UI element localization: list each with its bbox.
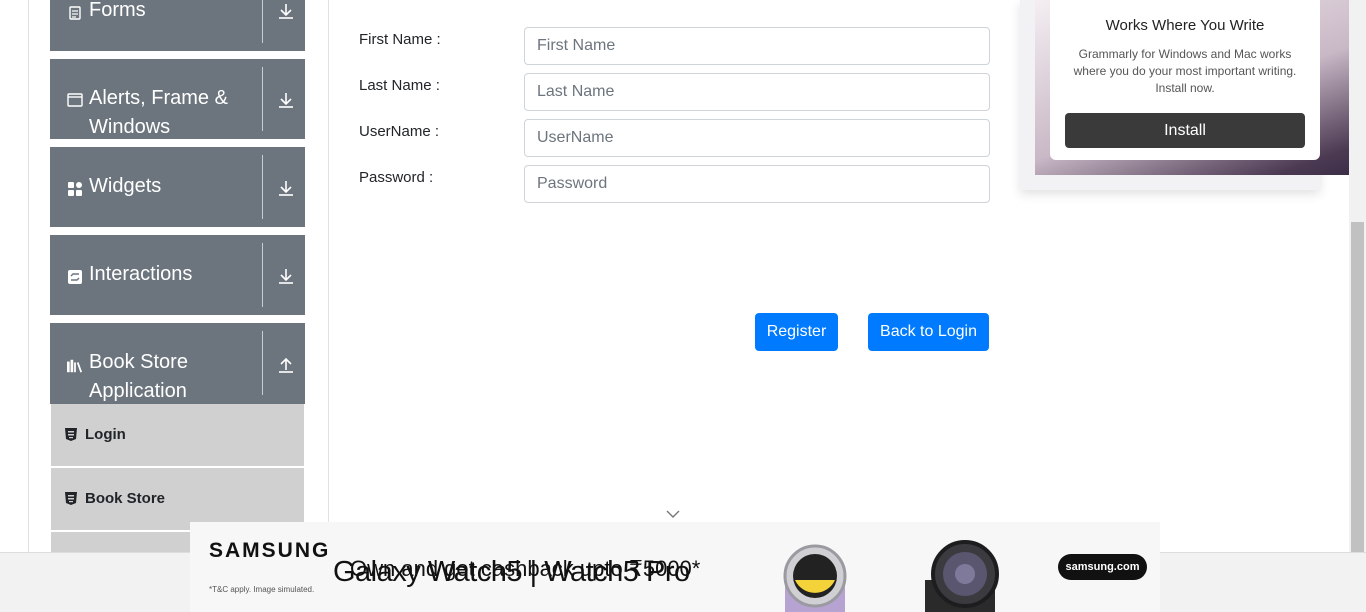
ad-fine-print: *T&C apply. Image simulated. xyxy=(209,585,315,594)
password-label: Password : xyxy=(359,169,434,186)
group-separator xyxy=(262,331,263,395)
menu-item-book-store[interactable]: Book Store xyxy=(51,468,304,530)
group-separator xyxy=(262,243,263,307)
group-separator xyxy=(262,155,263,219)
expand-arrow-icon[interactable] xyxy=(274,0,298,23)
samsung-url-badge[interactable]: samsung.com xyxy=(1058,554,1147,580)
html5-icon xyxy=(65,492,77,505)
collapse-arrow-icon[interactable] xyxy=(274,353,298,377)
ad-text: Grammarly for Windows and Mac works wher… xyxy=(1073,47,1297,95)
menu-item-label: Book Store xyxy=(85,490,166,507)
sidebar-group-forms[interactable]: Forms xyxy=(50,0,305,51)
sidebar-group-alerts[interactable]: Alerts, Frame & Windows xyxy=(50,59,305,139)
window-icon xyxy=(67,92,83,108)
sidebar-group-interactions[interactable]: Interactions xyxy=(50,235,305,315)
sidebar-group-title: Forms xyxy=(89,0,146,21)
register-button[interactable]: Register xyxy=(755,313,838,351)
ad-title: Works Where You Write xyxy=(1105,17,1265,34)
menu-item-login[interactable]: Login xyxy=(51,404,304,466)
menu-item-label: Login xyxy=(85,426,126,443)
sidebar-group-title: Widgets xyxy=(89,175,162,197)
watch-images xyxy=(783,540,999,612)
last-name-label: Last Name : xyxy=(359,77,440,94)
group-separator xyxy=(262,67,263,131)
install-button[interactable]: Install xyxy=(1065,113,1305,148)
sidebar-group-title: Interactions xyxy=(89,263,193,285)
scrollbar-thumb[interactable] xyxy=(1351,222,1364,552)
book-store-icon xyxy=(67,358,83,374)
samsung-logo: SAMSUNG xyxy=(209,539,331,562)
back-to-login-button[interactable]: Back to Login xyxy=(868,313,989,351)
html5-icon xyxy=(65,428,77,441)
sidebar-group-title: Book Store Application xyxy=(89,351,188,402)
expand-arrow-icon[interactable] xyxy=(274,176,298,200)
ad-headline: Galaxy Watch5 | Watch5 Pro xyxy=(333,556,690,588)
expand-arrow-icon[interactable] xyxy=(274,88,298,112)
ad-card: Works Where You Write Grammarly for Wind… xyxy=(1050,0,1320,160)
first-name-field[interactable] xyxy=(524,27,990,65)
interactions-icon xyxy=(67,269,83,285)
grammarly-ad[interactable]: Works Where You Write Grammarly for Wind… xyxy=(1020,0,1355,190)
last-name-field[interactable] xyxy=(524,73,990,111)
left-border xyxy=(28,0,29,552)
expand-arrow-icon[interactable] xyxy=(274,264,298,288)
sidebar-divider xyxy=(328,0,329,552)
first-name-label: First Name : xyxy=(359,31,441,48)
chevron-down-icon[interactable] xyxy=(665,507,681,519)
samsung-ad[interactable]: SAMSUNG *T&C apply. Image simulated. Own… xyxy=(190,522,1160,612)
username-field[interactable] xyxy=(524,119,990,157)
page: Forms Alerts, Frame & Windows Widgets In… xyxy=(0,0,1366,612)
sidebar-group-book-store[interactable]: Book Store Application xyxy=(50,323,305,404)
group-separator xyxy=(262,0,263,43)
sidebar-group-widgets[interactable]: Widgets xyxy=(50,147,305,227)
sidebar-group-title: Alerts, Frame & Windows xyxy=(89,87,228,138)
username-label: UserName : xyxy=(359,123,440,140)
widgets-icon xyxy=(67,181,83,197)
form-icon xyxy=(67,5,83,21)
password-field[interactable] xyxy=(524,165,990,203)
